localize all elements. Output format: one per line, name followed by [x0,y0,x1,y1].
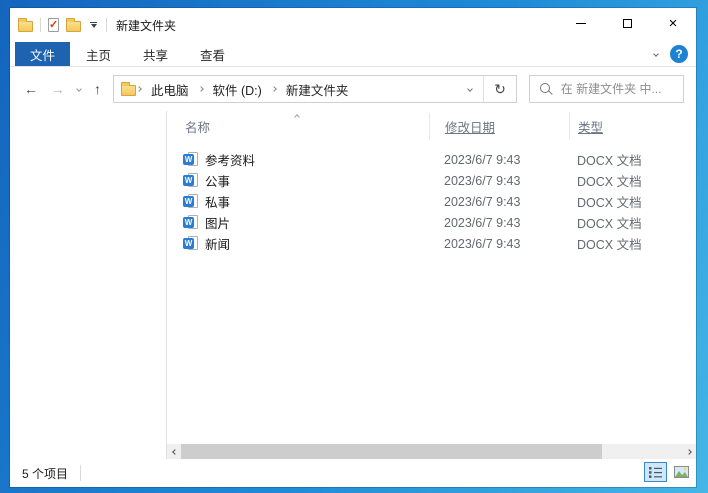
refresh-button[interactable]: ↻ [484,76,516,102]
file-name: 私事 [205,196,231,210]
table-row[interactable]: W 图片 2023/6/7 9:43 DOCX 文档 [167,212,696,233]
address-toolbar: ← → ↑ 此电脑 软件 (D:) 新建文件夹 ↻ [10,67,696,111]
file-date: 2023/6/7 9:43 [444,215,521,230]
table-row[interactable]: W 公事 2023/6/7 9:43 DOCX 文档 [167,170,696,191]
breadcrumb-separator-icon [136,86,142,92]
item-count: 5 个项目 [22,466,69,481]
file-list-pane: 名称 修改日期 类型 W 参考资料 2023/6/7 9:43 DOCX 文档 … [167,111,696,459]
location-folder-icon [120,81,136,96]
navigation-pane[interactable] [10,111,167,459]
explorer-window: ✓ 新建文件夹 × 文件 主页 共享 查看 ? ← → ↑ 此电脑 软件 (D:… [10,8,696,487]
scrollbar-thumb[interactable] [181,444,602,459]
chevron-down-icon [467,86,473,92]
file-type: DOCX 文档 [577,217,642,231]
file-name-cell: W 参考资料 [167,150,429,169]
minimize-button[interactable] [558,8,604,39]
file-name: 新闻 [205,238,231,252]
window-folder-icon [18,18,33,32]
word-document-icon: W [183,193,199,210]
file-date: 2023/6/7 9:43 [444,236,521,251]
window-title: 新建文件夹 [116,18,177,33]
thumbnail-view-icon [674,466,689,478]
ribbon-tab-bar: 文件 主页 共享 查看 ? [10,42,696,67]
main-area: 名称 修改日期 类型 W 参考资料 2023/6/7 9:43 DOCX 文档 … [10,111,696,459]
table-row[interactable]: W 参考资料 2023/6/7 9:43 DOCX 文档 [167,149,696,170]
word-document-icon: W [183,214,199,231]
column-header-type-label: 类型 [578,121,604,135]
column-header-date-modified[interactable]: 修改日期 [429,113,569,140]
close-button[interactable]: × [650,8,696,39]
check-glyph: ✓ [49,19,59,31]
scroll-right-arrow-icon[interactable] [681,444,696,459]
horizontal-scrollbar[interactable] [167,444,696,459]
expand-ribbon-chevron-icon[interactable] [653,51,659,57]
tab-view[interactable]: 查看 [184,42,241,66]
status-divider [80,465,82,481]
search-input[interactable] [560,82,677,96]
status-bar: 5 个项目 [10,459,696,487]
file-date: 2023/6/7 9:43 [444,152,521,167]
file-type: DOCX 文档 [577,175,642,189]
breadcrumb-separator-icon [270,86,277,92]
file-name: 公事 [205,175,231,189]
customize-quick-access-dropdown[interactable] [88,20,99,31]
address-bar[interactable]: 此电脑 软件 (D:) 新建文件夹 ↻ [112,75,517,103]
close-icon: × [668,15,678,32]
maximize-button[interactable] [604,8,650,39]
details-view-icon [649,466,662,478]
tab-file[interactable]: 文件 [15,42,71,66]
file-date: 2023/6/7 9:43 [444,173,521,188]
file-type: DOCX 文档 [577,196,642,210]
new-folder-icon[interactable] [66,18,81,32]
word-document-icon: W [183,151,199,168]
properties-icon[interactable]: ✓ [48,18,59,32]
word-document-icon: W [183,172,199,189]
file-date: 2023/6/7 9:43 [444,194,521,209]
search-icon [539,82,553,96]
tab-home[interactable]: 主页 [70,42,127,66]
file-type: DOCX 文档 [577,238,642,252]
help-button[interactable]: ? [670,45,688,63]
recent-locations-chevron-icon[interactable] [76,86,83,92]
thumbnail-view-button[interactable] [670,462,693,482]
forward-button[interactable]: → [51,82,65,96]
breadcrumb-separator-icon [197,86,204,92]
titlebar-separator [40,18,41,32]
file-name-cell: W 私事 [167,192,429,211]
column-header-type[interactable]: 类型 [569,113,696,140]
breadcrumb-current-folder[interactable]: 新建文件夹 [277,80,358,99]
column-header-name-label: 名称 [185,121,211,135]
details-view-button[interactable] [644,462,667,482]
search-box[interactable] [528,75,684,103]
tab-share[interactable]: 共享 [127,42,184,66]
scroll-left-arrow-icon[interactable] [167,444,182,459]
address-dropdown-button[interactable] [457,76,483,102]
file-rows: W 参考资料 2023/6/7 9:43 DOCX 文档 W 公事 2023/6… [167,149,696,254]
table-row[interactable]: W 新闻 2023/6/7 9:43 DOCX 文档 [167,233,696,254]
back-button[interactable]: ← [24,82,38,96]
title-bar: ✓ 新建文件夹 × [10,8,696,42]
up-button[interactable]: ↑ [94,82,101,96]
word-document-icon: W [183,235,199,252]
file-name: 参考资料 [205,154,256,168]
file-name-cell: W 图片 [167,213,429,232]
table-row[interactable]: W 私事 2023/6/7 9:43 DOCX 文档 [167,191,696,212]
file-name-cell: W 公事 [167,171,429,190]
breadcrumb-drive-d[interactable]: 软件 (D:) [204,80,271,99]
qat-bar [90,21,97,24]
breadcrumb-this-pc[interactable]: 此电脑 [142,80,198,99]
minimize-icon [576,23,586,24]
column-header-date-label: 修改日期 [445,121,496,135]
file-type: DOCX 文档 [577,154,642,168]
chevron-down-icon [90,24,97,29]
maximize-icon [622,19,632,28]
file-name-cell: W 新闻 [167,234,429,253]
column-header-row: 名称 修改日期 类型 [167,113,696,140]
file-name: 图片 [205,217,231,231]
titlebar-separator [106,18,107,32]
